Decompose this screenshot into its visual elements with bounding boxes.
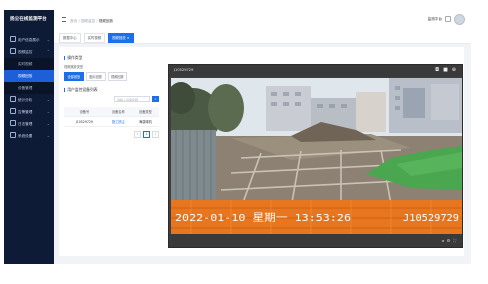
- fullscreen-icon[interactable]: ⛶: [453, 238, 456, 243]
- pagination: ‹ 1 ›: [64, 131, 159, 138]
- sidebar-subitem-device[interactable]: 设备管理: [4, 82, 54, 94]
- chart-icon: [10, 96, 16, 102]
- tab-realtime[interactable]: 实时视频: [83, 32, 106, 43]
- table-header-cell: 设备类型: [139, 110, 152, 114]
- alarm-icon: [10, 108, 16, 114]
- content-card: 操作类型 视频播放类型 全部回放 图片回放 视频回放 用户监控设备列表 请输入设…: [59, 47, 464, 256]
- video-frame: 2022-01-10 星期一 13:53:26 J10529729: [171, 78, 462, 234]
- table-header-row: 设备号 设备名称 设备类型: [64, 107, 159, 117]
- chevron-down-icon: ⌄: [46, 133, 50, 138]
- type-image-button[interactable]: 图片回放: [85, 72, 106, 81]
- sidebar-subitem-realtime[interactable]: 实时视频: [4, 58, 54, 70]
- sidebar-item-stats[interactable]: 统计分析 ⌄: [4, 94, 54, 106]
- screen-icon[interactable]: [445, 16, 451, 22]
- system-icon: [10, 132, 16, 138]
- menu-toggle-icon[interactable]: [62, 17, 66, 22]
- tab-playback[interactable]: 视频回放 ×: [108, 32, 134, 43]
- chevron-down-icon: ⌄: [46, 121, 50, 126]
- video-title: J10529729: [174, 68, 194, 72]
- sidebar-item-system[interactable]: 系统设置 ⌄: [4, 130, 54, 142]
- top-header: 首页 / 视频监控 / 视频回放 监测平台: [54, 10, 471, 33]
- table-cell-device-type: 海康球机: [139, 120, 152, 124]
- breadcrumb-current: 视频回放: [98, 19, 114, 23]
- chevron-down-icon: ⌄: [46, 109, 50, 114]
- section-title-devices: 用户监控设备列表: [64, 87, 98, 93]
- device-search-input[interactable]: 请输入设备名称: [114, 96, 150, 102]
- section-title-operation: 操作类型: [64, 55, 159, 61]
- playback-type-label: 视频播放类型: [64, 65, 84, 69]
- tab-data-center[interactable]: 数据中心: [59, 32, 81, 43]
- sidebar-item-label: 视频监控: [18, 50, 33, 54]
- video-toolbar: ◘ ■ ⊕: [435, 67, 456, 73]
- chevron-down-icon: ⌄: [46, 37, 50, 42]
- breadcrumb-item[interactable]: 视频监控: [81, 19, 95, 23]
- table-cell-device-id: J10529729: [75, 119, 93, 124]
- sidebar-subitem-playback[interactable]: 视频回放: [4, 70, 54, 82]
- chevron-down-icon: ⌄: [46, 97, 50, 102]
- search-button[interactable]: ⌕: [152, 96, 159, 102]
- playback-type-group: 全部回放 图片回放 视频回放: [64, 72, 159, 81]
- sidebar-item-alarm[interactable]: 告警管理 ⌄: [4, 106, 54, 118]
- user-label[interactable]: 监测平台: [428, 17, 442, 22]
- table-header-cell: 设备号: [79, 110, 90, 114]
- sidebar-item-user-info[interactable]: 用户信息展示 ⌄: [4, 34, 54, 46]
- video-control-bar: ◂ ⚙ ⛶: [169, 234, 462, 247]
- video-title-bar: J10529729 ◘ ■ ⊕: [169, 65, 462, 77]
- section-title-text: 操作类型: [67, 55, 83, 60]
- home-icon: [10, 36, 16, 42]
- sidebar-item-label: 日志管理: [18, 122, 33, 126]
- record-icon[interactable]: ■: [443, 67, 448, 73]
- table-cell-device-name[interactable]: 施工扬尘: [105, 119, 132, 124]
- tab-bar: 数据中心 实时视频 视频回放 ×: [54, 32, 471, 44]
- sidebar-nav: 用户信息展示 ⌄ 视频监控 ⌃ 实时视频 视频回放 设备管理 统计分析 ⌄ 告警管理 ⌄…: [4, 34, 54, 142]
- table-row[interactable]: J10529729 施工扬尘 海康球机: [64, 117, 159, 127]
- sidebar-item-label: 统计分析: [18, 98, 33, 102]
- chevron-up-icon: ⌃: [46, 49, 50, 54]
- breadcrumb-item[interactable]: 首页: [70, 19, 77, 23]
- speed-icon[interactable]: ⚙: [447, 238, 451, 243]
- user-area: 监测平台: [428, 13, 465, 25]
- camera-icon[interactable]: ◘: [435, 67, 439, 73]
- avatar[interactable]: [454, 13, 465, 25]
- log-icon: [10, 120, 16, 126]
- sidebar-item-video[interactable]: 视频监控 ⌃: [4, 46, 54, 58]
- video-osd-timestamp: 2022-01-10 星期一 13:53:26: [175, 212, 351, 224]
- zoom-icon[interactable]: ⊕: [452, 67, 456, 73]
- search-row: 请输入设备名称 ⌕: [64, 96, 159, 102]
- video-osd-device-id: J10529729: [403, 213, 459, 224]
- type-all-button[interactable]: 全部回放: [64, 72, 84, 81]
- search-icon: ⌕: [154, 97, 157, 101]
- breadcrumb: 首页 / 视频监控 / 视频回放: [62, 17, 113, 24]
- table-header-cell: 设备名称: [111, 110, 125, 114]
- section-title-text: 用户监控设备列表: [67, 87, 98, 92]
- left-panel: 操作类型 视频播放类型 全部回放 图片回放 视频回放 用户监控设备列表 请输入设…: [64, 55, 159, 138]
- next-page-button[interactable]: ›: [152, 131, 159, 138]
- video-player[interactable]: J10529729 ◘ ■ ⊕ 2022-01-10 星期一 13:53:26 …: [168, 64, 463, 248]
- device-table: 设备号 设备名称 设备类型 J10529729 施工扬尘 海康球机: [64, 107, 159, 127]
- sidebar-item-label: 系统设置: [18, 134, 33, 138]
- device-list-header: 用户监控设备列表: [64, 87, 159, 93]
- volume-icon[interactable]: ◂: [442, 238, 444, 243]
- sidebar-item-log[interactable]: 日志管理 ⌄: [4, 118, 54, 130]
- sidebar-item-label: 用户信息展示: [18, 38, 40, 42]
- prev-page-button[interactable]: ‹: [134, 131, 141, 138]
- app-title: 扬尘在线监测平台: [10, 17, 47, 22]
- page-number[interactable]: 1: [143, 131, 150, 138]
- type-video-button[interactable]: 视频回放: [107, 72, 128, 81]
- video-controls: ◂ ⚙ ⛶: [442, 238, 456, 243]
- app-window: 扬尘在线监测平台 用户信息展示 ⌄ 视频监控 ⌃ 实时视频 视频回放 设备管理 统计…: [4, 10, 471, 264]
- sidebar-item-label: 告警管理: [18, 110, 33, 114]
- sidebar: 扬尘在线监测平台 用户信息展示 ⌄ 视频监控 ⌃ 实时视频 视频回放 设备管理 统计…: [4, 10, 54, 264]
- monitor-icon: [10, 48, 16, 54]
